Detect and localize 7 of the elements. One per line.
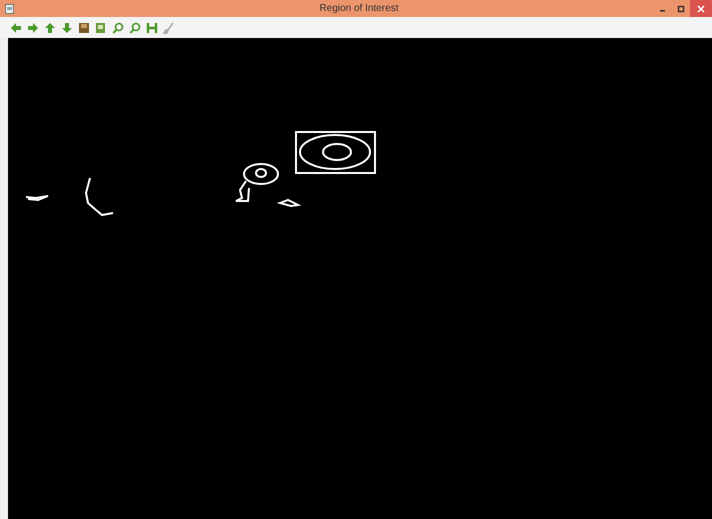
window-title: Region of Interest — [318, 3, 400, 14]
app-icon — [5, 4, 14, 14]
close-icon — [697, 4, 705, 12]
close-button[interactable] — [690, 0, 712, 17]
zoom-in-button[interactable] — [110, 20, 126, 36]
maximize-icon — [677, 4, 685, 12]
zoom-out-button[interactable] — [127, 20, 143, 36]
